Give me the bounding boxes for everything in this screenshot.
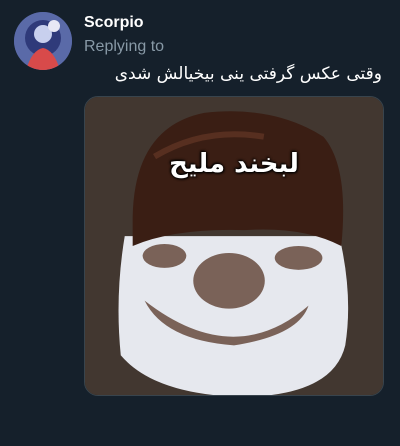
replying-to-label: Replying to	[84, 38, 165, 55]
tweet-text: وقتی عکس گرفتی ینی بیخیالش شدی	[114, 64, 382, 84]
author-name[interactable]: Scorpio	[84, 14, 144, 32]
tweet: Scorpio Replying to وقتی عکس گرفتی ینی ب…	[0, 0, 400, 446]
avatar[interactable]	[14, 12, 72, 70]
tweet-media[interactable]: لبخند مليح	[84, 96, 384, 396]
avatar-image	[14, 12, 72, 70]
media-caption: لبخند مليح	[169, 149, 299, 179]
ice-cream-photo	[85, 97, 383, 395]
